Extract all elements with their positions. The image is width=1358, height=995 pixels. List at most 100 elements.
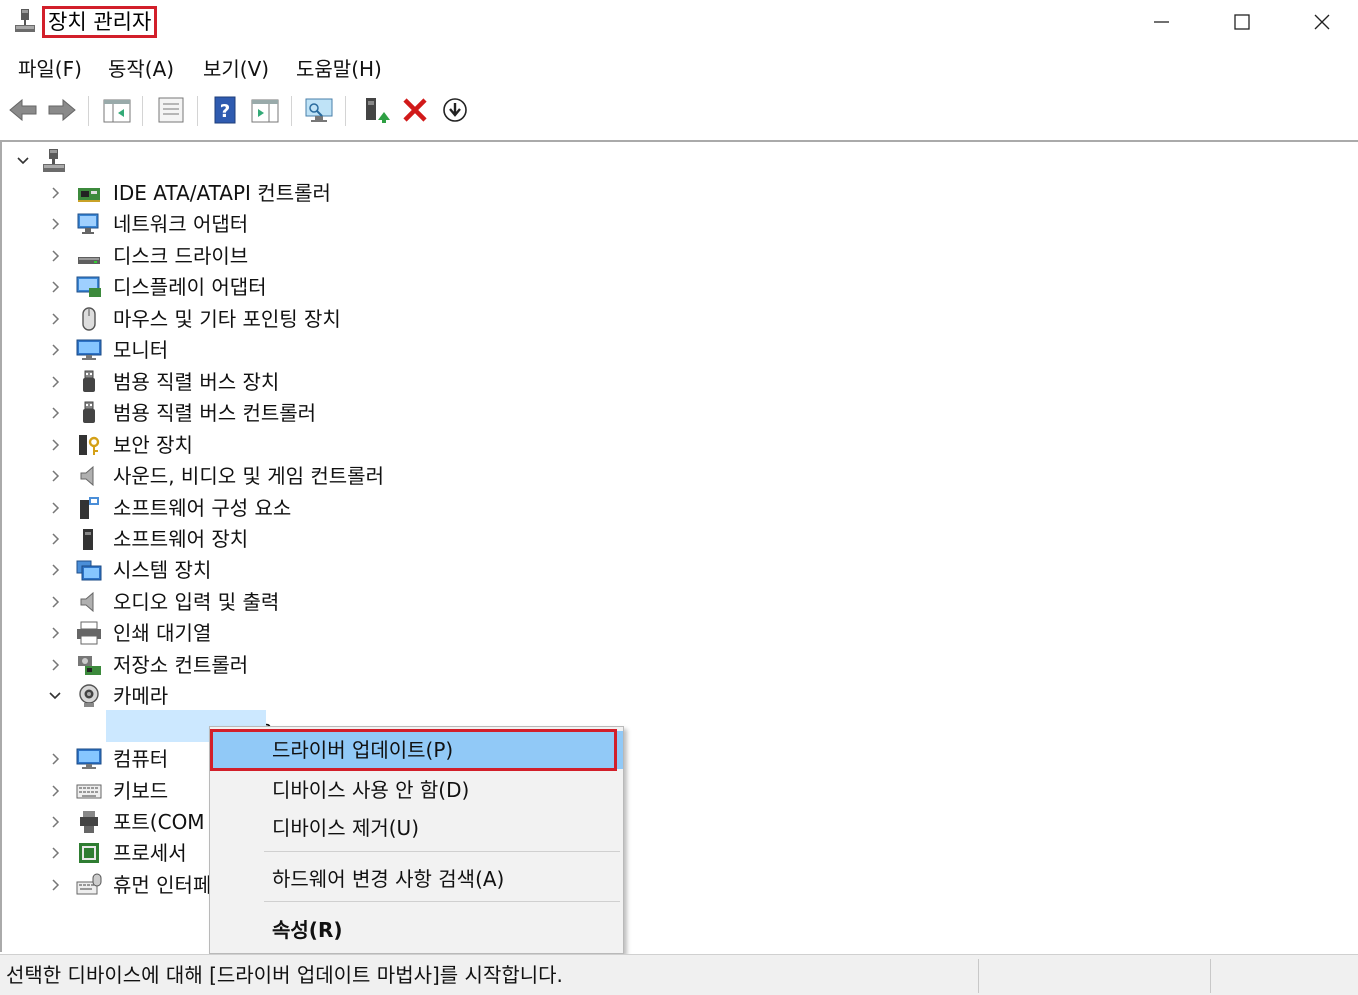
tree-category[interactable]: 범용 직렬 버스 장치: [0, 367, 600, 397]
uninstall-icon[interactable]: [398, 94, 432, 126]
tree-category[interactable]: 모니터: [0, 335, 600, 365]
menu-properties[interactable]: 속성(R): [210, 911, 623, 949]
action-pane-icon[interactable]: [248, 94, 282, 126]
chevron-right-icon[interactable]: [46, 214, 64, 234]
status-bar: 선택한 디바이스에 대해 [드라이버 업데이트 마법사]를 시작합니다.: [0, 954, 1358, 995]
disk-drive-icon: [75, 243, 103, 269]
chevron-down-icon[interactable]: [46, 686, 64, 706]
menu-help[interactable]: 도움말(H): [296, 55, 382, 83]
chevron-right-icon[interactable]: [46, 183, 64, 203]
tree-item-label: 저장소 컨트롤러: [113, 653, 249, 677]
chevron-right-icon[interactable]: [46, 309, 64, 329]
tree-item-label: 범용 직렬 버스 컨트롤러: [113, 401, 317, 425]
tree-category[interactable]: 소프트웨어 구성 요소: [0, 493, 600, 523]
port-icon: [75, 809, 103, 835]
tree-category[interactable]: 네트워크 어댑터: [0, 209, 600, 239]
show-hide-tree-icon[interactable]: [100, 94, 134, 126]
toolbar-separator: [88, 96, 89, 126]
help-icon[interactable]: ?: [208, 94, 242, 126]
chevron-right-icon[interactable]: [46, 560, 64, 580]
maximize-icon[interactable]: [1218, 6, 1264, 38]
tree-category[interactable]: 카메라: [0, 681, 600, 711]
tree-category[interactable]: 범용 직렬 버스 컨트롤러: [0, 398, 600, 428]
software-device-icon: [75, 526, 103, 552]
tree-item-label: 사운드, 비디오 및 게임 컨트롤러: [113, 464, 384, 488]
title-bar: 장치 관리자: [0, 0, 1358, 44]
toolbar-separator: [345, 96, 346, 126]
chevron-right-icon[interactable]: [46, 812, 64, 832]
forward-arrow-icon[interactable]: [45, 94, 79, 126]
tree-item-label: 인쇄 대기열: [113, 621, 212, 645]
chevron-right-icon[interactable]: [46, 403, 64, 423]
svg-text:?: ?: [220, 101, 230, 122]
storage-controller-icon: [75, 652, 103, 678]
scan-hardware-icon[interactable]: [302, 94, 336, 126]
tree-item-label: 키보드: [113, 779, 169, 803]
tree-item-label: 컴퓨터: [113, 747, 169, 771]
chevron-right-icon[interactable]: [46, 749, 64, 769]
menu-separator: [264, 901, 620, 902]
update-driver-icon[interactable]: [358, 94, 392, 126]
usb-icon: [75, 369, 103, 395]
tree-category[interactable]: 디스크 드라이브: [0, 241, 600, 271]
tree-category[interactable]: 인쇄 대기열: [0, 618, 600, 648]
tree-category[interactable]: 오디오 입력 및 출력: [0, 587, 600, 617]
menu-file[interactable]: 파일(F): [18, 55, 82, 83]
chevron-right-icon[interactable]: [46, 875, 64, 895]
toolbar: ?: [0, 90, 1358, 130]
chevron-right-icon[interactable]: [46, 529, 64, 549]
chevron-right-icon[interactable]: [46, 277, 64, 297]
chevron-right-icon[interactable]: [46, 655, 64, 675]
menu-uninstall-device-label: 디바이스 제거(U): [272, 816, 420, 840]
tree-category[interactable]: 시스템 장치: [0, 555, 600, 585]
tree-category[interactable]: 디스플레이 어댑터: [0, 272, 600, 302]
properties-icon[interactable]: [154, 94, 188, 126]
menu-separator: [264, 851, 620, 852]
tree-item-label: 오디오 입력 및 출력: [113, 590, 280, 614]
tree-category[interactable]: 저장소 컨트롤러: [0, 650, 600, 680]
toolbar-separator: [291, 96, 292, 126]
ide-controller-icon: [75, 180, 103, 206]
chevron-down-icon[interactable]: [14, 151, 32, 171]
tree-root[interactable]: [10, 146, 90, 176]
menu-view[interactable]: 보기(V): [203, 55, 269, 83]
chevron-right-icon[interactable]: [46, 246, 64, 266]
processor-icon: [75, 840, 103, 866]
chevron-right-icon[interactable]: [46, 435, 64, 455]
minimize-icon[interactable]: [1138, 6, 1184, 38]
hid-icon: [75, 872, 103, 898]
menu-bar: 파일(F) 동작(A) 보기(V) 도움말(H): [0, 52, 1358, 86]
tree-category[interactable]: IDE ATA/ATAPI 컨트롤러: [0, 178, 600, 208]
toolbar-separator: [142, 96, 143, 126]
tree-item-label: 보안 장치: [113, 433, 193, 457]
tree-item-label: 소프트웨어 장치: [113, 527, 249, 551]
computer-network-icon: [15, 9, 35, 32]
menu-disable-device[interactable]: 디바이스 사용 안 함(D): [210, 771, 623, 809]
usb-controller-icon: [75, 400, 103, 426]
menu-action[interactable]: 동작(A): [108, 55, 174, 83]
chevron-right-icon[interactable]: [46, 623, 64, 643]
menu-scan-hardware[interactable]: 하드웨어 변경 사항 검색(A): [210, 860, 623, 898]
tree-category[interactable]: 보안 장치: [0, 430, 600, 460]
chevron-right-icon[interactable]: [46, 340, 64, 360]
close-icon[interactable]: [1298, 6, 1344, 38]
chevron-right-icon[interactable]: [46, 592, 64, 612]
tree-item-label: IDE ATA/ATAPI 컨트롤러: [113, 181, 331, 205]
tree-category[interactable]: 소프트웨어 장치: [0, 524, 600, 554]
tree-category[interactable]: 사운드, 비디오 및 게임 컨트롤러: [0, 461, 600, 491]
chevron-right-icon[interactable]: [46, 372, 64, 392]
chevron-right-icon[interactable]: [46, 498, 64, 518]
status-divider: [978, 959, 979, 993]
menu-uninstall-device[interactable]: 디바이스 제거(U): [210, 809, 623, 847]
chevron-right-icon[interactable]: [46, 843, 64, 863]
audio-io-icon: [75, 589, 103, 615]
camera-icon: [75, 683, 103, 709]
chevron-right-icon[interactable]: [46, 466, 64, 486]
tree-category[interactable]: 마우스 및 기타 포인팅 장치: [0, 304, 600, 334]
status-divider: [1210, 959, 1211, 993]
disable-device-icon[interactable]: [438, 94, 472, 126]
monitor-icon: [75, 337, 103, 363]
tree-item-label: 디스크 드라이브: [113, 244, 249, 268]
back-arrow-icon[interactable]: [6, 94, 40, 126]
chevron-right-icon[interactable]: [46, 781, 64, 801]
